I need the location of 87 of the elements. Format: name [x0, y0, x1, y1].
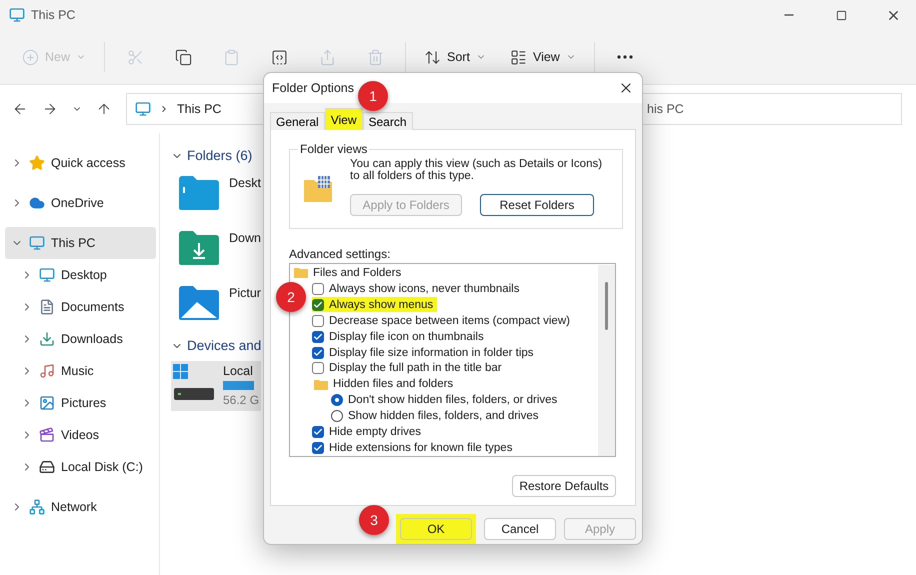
sidebar-item[interactable]: Pictures	[5, 387, 156, 419]
check-icon	[313, 443, 323, 454]
radio-button[interactable]	[331, 410, 343, 422]
radio-label: Show hidden files, folders, and drives	[348, 410, 538, 422]
checkbox-label: Display file size information in folder tips	[329, 346, 534, 359]
checkbox[interactable]	[312, 298, 324, 311]
checkbox[interactable]	[312, 346, 324, 359]
sidebar-item[interactable]: OneDrive	[5, 187, 156, 219]
back-icon[interactable]	[12, 101, 28, 117]
checkbox-label: Always show icons, never thumbnails	[329, 282, 520, 295]
monitor-icon	[39, 267, 55, 283]
check-icon	[313, 332, 323, 342]
checkbox[interactable]	[312, 442, 324, 454]
star-icon	[29, 155, 45, 171]
section-label: Advanced settings:	[289, 247, 392, 261]
folder-icon	[304, 176, 334, 202]
checkbox-label: Hide extensions for known file types	[329, 442, 512, 454]
folder-icon	[314, 378, 328, 390]
checkbox-label: Display file icon on thumbnails	[329, 330, 484, 343]
picture-icon	[39, 395, 55, 411]
description-text: You can apply this view (such as Details or Icons) to all folders of this type.	[350, 158, 604, 182]
folder-item[interactable]: Down	[171, 223, 261, 278]
check-icon	[313, 348, 323, 358]
dialog-button[interactable]: OK	[400, 518, 472, 540]
folder-icon	[179, 286, 219, 320]
network-icon	[29, 499, 45, 515]
drive-space: 56.2 G	[223, 393, 260, 407]
checkbox[interactable]	[312, 330, 324, 343]
folder-icon	[179, 231, 219, 265]
monitor-icon	[135, 101, 151, 117]
up-icon[interactable]	[96, 101, 112, 117]
group-title: Devices and	[187, 338, 262, 353]
address-segment[interactable]: This PC	[177, 102, 222, 116]
checkbox[interactable]	[312, 282, 324, 295]
monitor-icon	[9, 7, 25, 23]
drive-name: Local	[223, 364, 254, 378]
check-icon	[313, 300, 323, 310]
sidebar-item[interactable]: Desktop	[5, 259, 156, 291]
forward-icon[interactable]	[42, 101, 58, 117]
folder-icon	[179, 176, 219, 210]
dialog-title: Folder Options	[272, 81, 354, 95]
restore-defaults-button[interactable]: Restore Defaults	[512, 475, 616, 497]
sidebar-item[interactable]: Quick access	[5, 147, 156, 179]
checkbox[interactable]	[312, 314, 324, 327]
tab[interactable]: View	[324, 108, 362, 130]
group-title: Folders (6)	[187, 148, 252, 163]
sidebar-item[interactable]: Downloads	[5, 323, 156, 355]
folder-item[interactable]: Pictur	[171, 278, 261, 333]
folder-item[interactable]: Deskt	[171, 168, 261, 223]
folder-icon	[294, 267, 308, 278]
tab[interactable]: Search	[362, 112, 413, 130]
sidebar-item[interactable]: This PC	[5, 227, 156, 259]
radio-label: Don't show hidden files, folders, or drives	[348, 394, 558, 406]
sort-button[interactable]: Sort	[418, 41, 492, 73]
setting-group-label: Files and Folders	[313, 266, 402, 279]
checkbox-label: Display the full path in the title bar	[329, 362, 502, 374]
setting-group-label: Hidden files and folders	[333, 378, 454, 390]
sidebar-item[interactable]: Local Disk (C:)	[5, 451, 156, 483]
dialog-button[interactable]: Cancel	[484, 518, 556, 540]
step-badge: 3	[359, 505, 389, 535]
checkbox[interactable]	[312, 362, 324, 374]
usage-bar	[223, 381, 254, 390]
check-icon	[313, 427, 323, 438]
sidebar-item[interactable]: Documents	[5, 291, 156, 323]
maximize-icon	[836, 10, 846, 20]
checkbox-label: Decrease space between items (compact view)	[329, 314, 570, 327]
group-title: Folder views	[299, 142, 368, 156]
document-icon	[39, 299, 55, 315]
monitor-icon	[29, 235, 45, 251]
cloud-icon	[29, 195, 45, 211]
music-icon	[39, 363, 55, 379]
checkbox[interactable]	[312, 426, 324, 438]
drive-icon	[39, 459, 55, 475]
radio-button[interactable]	[331, 394, 343, 406]
sidebar-item[interactable]: Videos	[5, 419, 156, 451]
sidebar-item[interactable]: Network	[5, 491, 156, 523]
view-button[interactable]: View	[504, 41, 582, 73]
tab[interactable]: General	[270, 112, 325, 130]
scrollbar[interactable]	[598, 265, 615, 456]
checkbox-label: Always show menus	[329, 298, 434, 311]
dialog-button[interactable]: Reset Folders	[480, 194, 594, 216]
download-icon	[39, 331, 55, 347]
sidebar-item[interactable]: Music	[5, 355, 156, 387]
video-icon	[39, 427, 55, 443]
drive-item[interactable]: Local 56.2 G	[171, 361, 261, 411]
window-title: This PC	[31, 8, 76, 22]
checkbox-label: Hide empty drives	[329, 426, 422, 438]
